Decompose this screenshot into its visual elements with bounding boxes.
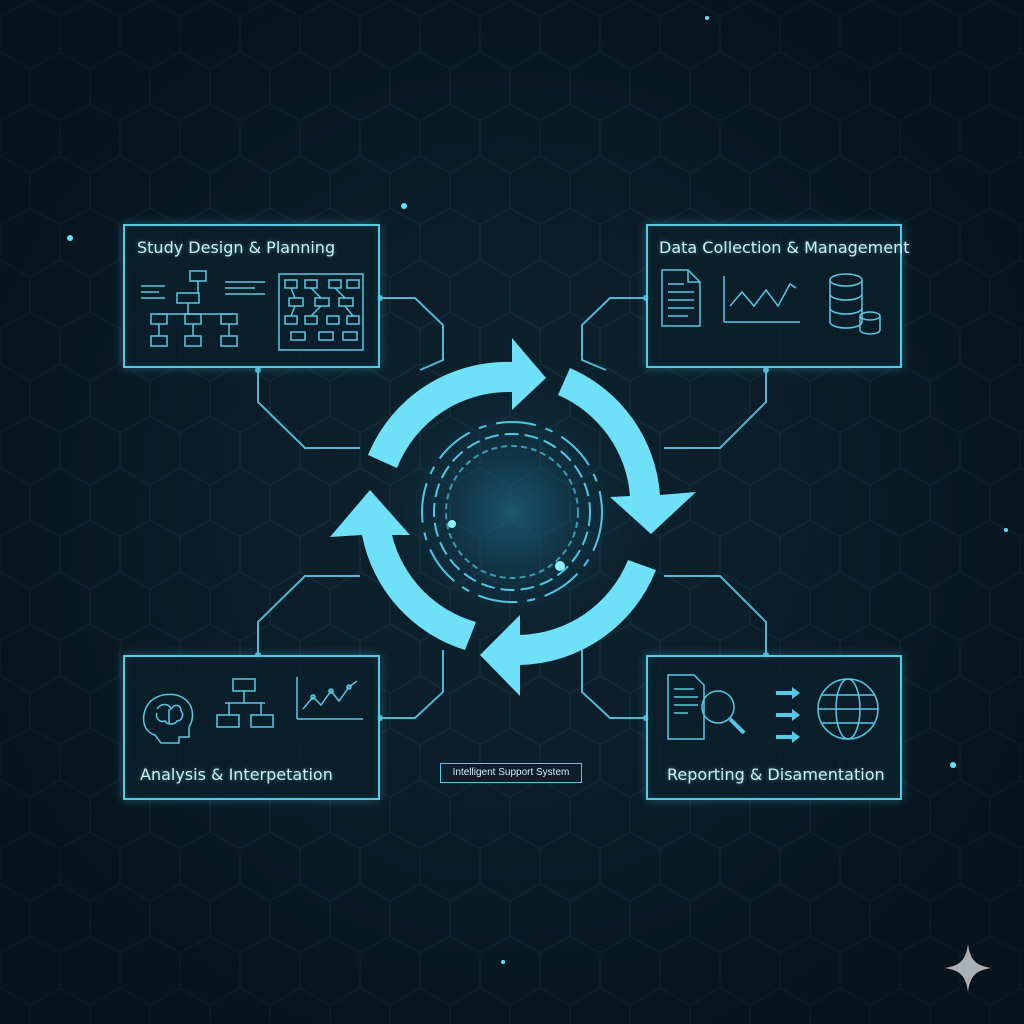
panel-title: Data Collection & Management [659,238,910,257]
network-diagram-icon [278,273,364,351]
center-label: Intelligent Support System [440,763,582,783]
sparkle-icon [944,944,992,992]
cycle-diagram [330,338,696,696]
document-search-icon [667,674,746,740]
panel-data-collection: Data Collection & Management [646,224,909,368]
panel-title: Study Design & Planning [137,238,336,257]
scatter-chart-icon [296,677,363,720]
panel-reporting: Reporting & Disamentation [646,655,902,800]
flowchart-icon [216,678,274,728]
panel-analysis: Analysis & Interpetation [123,655,380,800]
globe-icon [817,678,879,740]
document-icon [661,269,701,327]
brain-head-icon [142,693,194,744]
database-icon [829,273,881,335]
panel-study-design: Study Design & Planning [123,224,380,368]
panel-title: Reporting & Disamentation [667,765,885,784]
panel-title: Analysis & Interpetation [140,765,333,784]
line-chart-icon [723,276,800,323]
transfer-arrows-icon [776,687,800,743]
